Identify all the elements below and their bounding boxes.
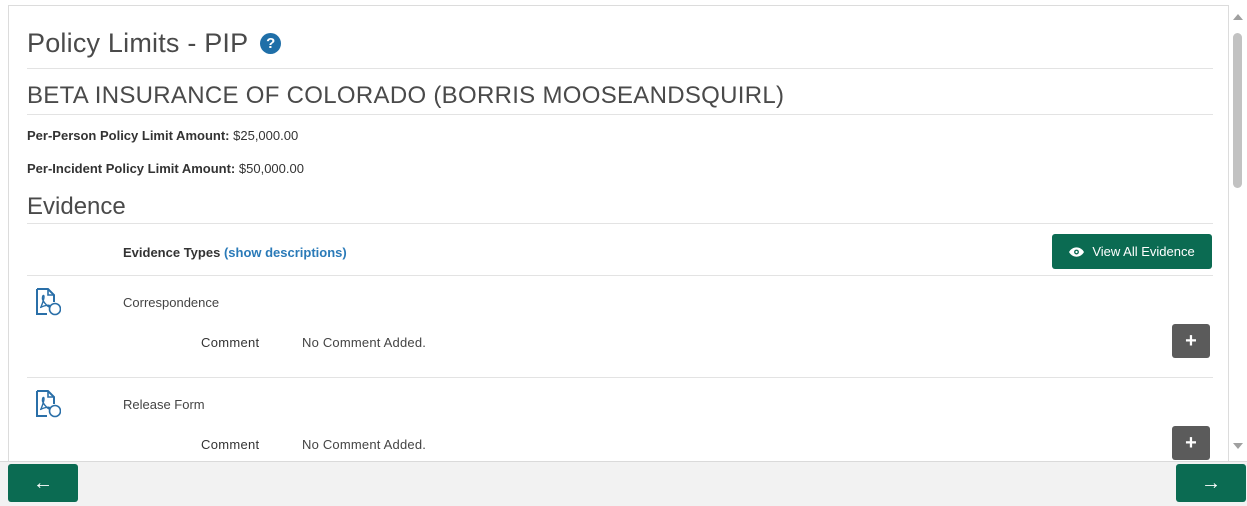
arrow-right-icon: → xyxy=(1201,471,1221,494)
divider xyxy=(27,223,1213,224)
evidence-item: Correspondence Comment No Comment Added.… xyxy=(27,276,1213,378)
page-title: Policy Limits - PIP xyxy=(27,28,249,58)
evidence-name: Correspondence xyxy=(123,295,220,310)
evidence-section-title: Evidence xyxy=(27,193,126,220)
page-title-row: Policy Limits - PIP ? xyxy=(27,28,282,59)
back-button[interactable]: ← xyxy=(8,464,78,502)
add-comment-button[interactable]: + xyxy=(1172,426,1210,460)
view-all-evidence-label: View All Evidence xyxy=(1092,244,1195,259)
pdf-document-icon[interactable] xyxy=(35,390,61,418)
vertical-scrollbar[interactable] xyxy=(1229,5,1247,461)
divider xyxy=(27,114,1213,115)
comment-label: Comment xyxy=(201,335,260,350)
divider xyxy=(27,68,1213,69)
question-circle-icon[interactable]: ? xyxy=(260,33,282,54)
add-comment-button[interactable]: + xyxy=(1172,324,1210,358)
per-person-limit-label: Per-Person Policy Limit Amount: xyxy=(27,128,230,143)
view-all-evidence-button[interactable]: View All Evidence xyxy=(1052,234,1212,269)
per-incident-limit-label: Per-Incident Policy Limit Amount: xyxy=(27,161,236,176)
navigation-footer: ← → xyxy=(0,461,1247,506)
per-person-limit: Per-Person Policy Limit Amount: $25,000.… xyxy=(27,128,298,143)
evidence-types-label: Evidence Types xyxy=(123,245,221,260)
evidence-name: Release Form xyxy=(123,397,205,412)
comment-value: No Comment Added. xyxy=(302,335,427,350)
evidence-types-header: Evidence Types (show descriptions) xyxy=(123,245,347,260)
per-person-limit-value: $25,000.00 xyxy=(233,128,299,143)
eye-icon xyxy=(1069,246,1085,257)
scroll-down-arrow-icon[interactable] xyxy=(1233,443,1243,449)
pdf-document-icon[interactable] xyxy=(35,288,61,316)
next-button[interactable]: → xyxy=(1176,464,1246,502)
insurer-name: BETA INSURANCE OF COLORADO (BORRIS MOOSE… xyxy=(27,82,785,109)
arrow-left-icon: ← xyxy=(33,471,53,494)
evidence-item: Release Form Comment No Comment Added. + xyxy=(27,378,1213,461)
show-descriptions-link[interactable]: (show descriptions) xyxy=(224,245,347,260)
comment-label: Comment xyxy=(201,437,260,452)
scroll-up-arrow-icon[interactable] xyxy=(1233,14,1243,20)
scrollbar-thumb[interactable] xyxy=(1233,33,1242,188)
policy-limits-panel: Policy Limits - PIP ? BETA INSURANCE OF … xyxy=(8,5,1229,461)
per-incident-limit-value: $50,000.00 xyxy=(238,161,304,176)
comment-value: No Comment Added. xyxy=(302,437,427,452)
per-incident-limit: Per-Incident Policy Limit Amount: $50,00… xyxy=(27,161,304,176)
